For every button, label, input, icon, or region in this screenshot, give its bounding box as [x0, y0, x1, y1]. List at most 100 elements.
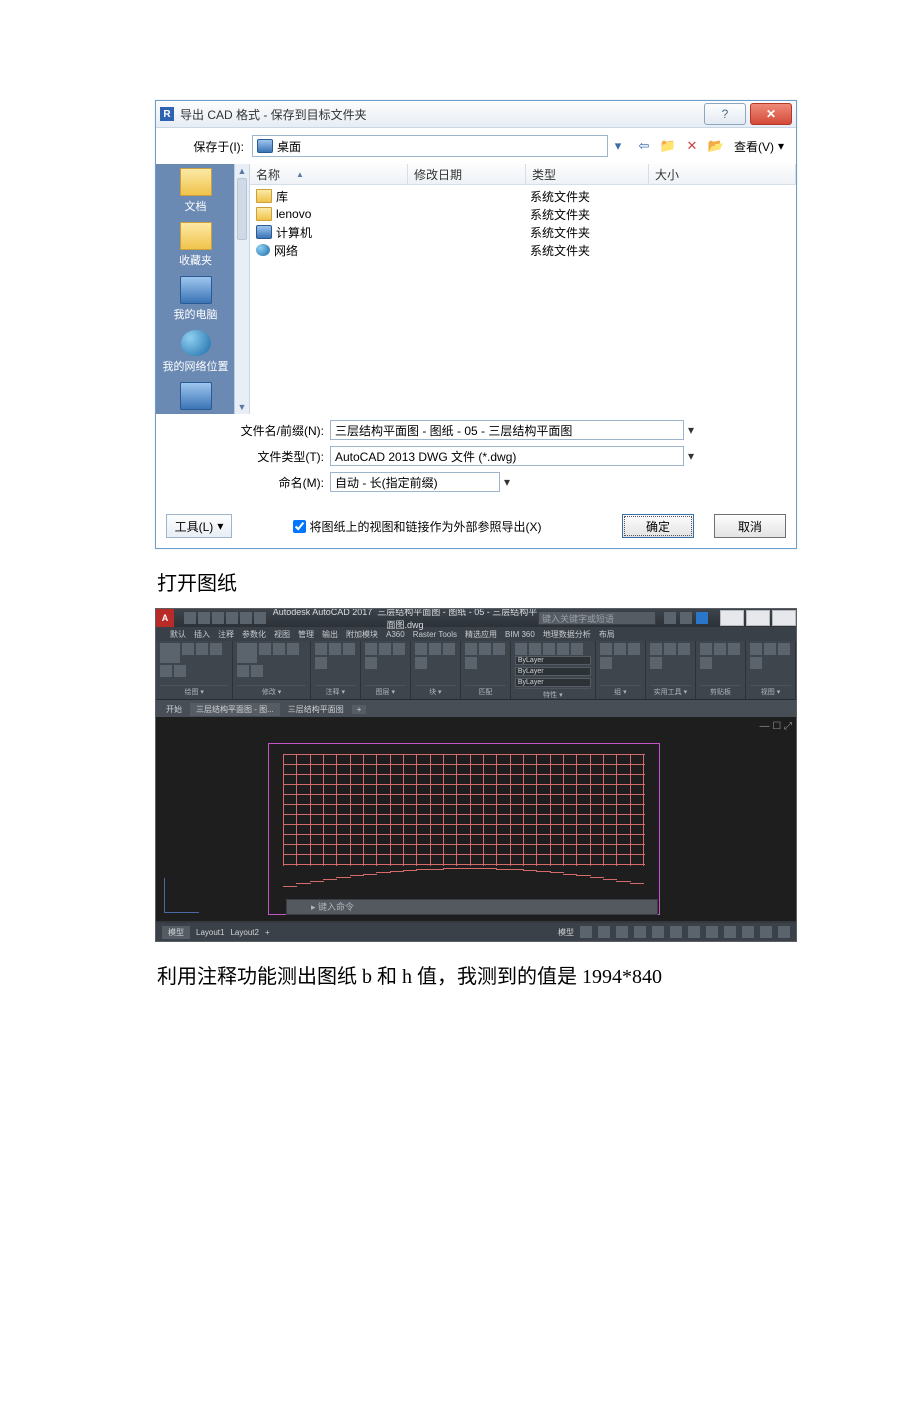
ribbon-tab[interactable]: 插入: [194, 629, 210, 640]
status-icon[interactable]: [760, 926, 772, 938]
add-layout-icon[interactable]: +: [265, 928, 270, 937]
ribbon-tool-icon[interactable]: [714, 643, 726, 655]
tab-layout1[interactable]: Layout1: [196, 928, 224, 937]
ribbon-tool-icon[interactable]: [600, 643, 612, 655]
ribbon-tool-icon[interactable]: [678, 643, 690, 655]
ribbon-tool-icon[interactable]: [614, 643, 626, 655]
ribbon-tool-icon[interactable]: [196, 643, 208, 655]
status-icon[interactable]: [688, 926, 700, 938]
ribbon-tool-icon[interactable]: [160, 665, 172, 677]
new-folder-icon[interactable]: 📂: [706, 136, 726, 156]
ribbon-tool-icon[interactable]: [329, 643, 341, 655]
ribbon-tool-icon[interactable]: [628, 643, 640, 655]
ribbon-tool-icon[interactable]: [728, 643, 740, 655]
view-controls[interactable]: — ☐ ⤢: [759, 721, 792, 732]
tools-menu-button[interactable]: 工具(L)▾: [166, 514, 232, 538]
ribbon-panel[interactable]: 组 ▾: [596, 641, 646, 699]
ribbon-tab[interactable]: 输出: [322, 629, 338, 640]
status-icon[interactable]: [616, 926, 628, 938]
ribbon-tool-icon[interactable]: [315, 643, 327, 655]
ribbon-panel[interactable]: 块 ▾: [411, 641, 461, 699]
table-row[interactable]: 网络系统文件夹: [250, 241, 796, 259]
ribbon-tool-icon[interactable]: [750, 657, 762, 669]
save-in-combo[interactable]: 桌面: [252, 135, 608, 157]
ribbon-tool-icon[interactable]: [210, 643, 222, 655]
qat-icon[interactable]: [240, 612, 252, 624]
status-bar[interactable]: 模型 Layout1 Layout2 + 模型: [156, 923, 796, 941]
qat-icon[interactable]: [254, 612, 266, 624]
filetype-combo[interactable]: AutoCAD 2013 DWG 文件 (*.dwg): [330, 446, 684, 466]
ribbon-tab[interactable]: 视图: [274, 629, 290, 640]
ribbon-tool-icon[interactable]: [600, 657, 612, 669]
naming-dropdown-icon[interactable]: ▾: [500, 475, 514, 489]
ribbon[interactable]: 绘图 ▾修改 ▾注释 ▾图层 ▾块 ▾匹配ByLayerByLayerByLay…: [156, 641, 796, 700]
ribbon-panel[interactable]: 实用工具 ▾: [646, 641, 696, 699]
filename-input[interactable]: 三层结构平面图 - 图纸 - 05 - 三层结构平面图: [330, 420, 684, 440]
command-line[interactable]: ▸ 键入命令: [286, 899, 658, 915]
ribbon-tool-icon[interactable]: [393, 643, 405, 655]
ribbon-panel[interactable]: ByLayerByLayerByLayer特性 ▾: [511, 641, 596, 699]
ribbon-tab[interactable]: 地理数据分析: [543, 629, 591, 640]
file-list[interactable]: 名称 修改日期 类型 大小 库系统文件夹lenovo系统文件夹计算机系统文件夹网…: [250, 164, 796, 414]
qat-icon[interactable]: [198, 612, 210, 624]
view-menu[interactable]: 查看(V)▾: [730, 136, 788, 156]
up-folder-icon[interactable]: 📁: [658, 136, 678, 156]
ribbon-panel[interactable]: 图层 ▾: [361, 641, 411, 699]
ribbon-tool-icon[interactable]: [443, 643, 455, 655]
ribbon-tool-icon[interactable]: [365, 657, 377, 669]
ribbon-tool-icon[interactable]: [465, 657, 477, 669]
drawing-canvas[interactable]: — ☐ ⤢: [156, 717, 796, 921]
qat-icon[interactable]: [212, 612, 224, 624]
qat-icon[interactable]: [226, 612, 238, 624]
table-row[interactable]: 库系统文件夹: [250, 187, 796, 205]
ribbon-tab[interactable]: A360: [386, 630, 405, 639]
ribbon-tab[interactable]: 参数化: [242, 629, 266, 640]
ribbon-panel[interactable]: 注释 ▾: [311, 641, 361, 699]
status-icon[interactable]: [598, 926, 610, 938]
ribbon-tool-icon[interactable]: [650, 657, 662, 669]
ribbon-tool-icon[interactable]: [174, 665, 186, 677]
file-tabs[interactable]: 开始 三层结构平面图 - 图... 三层结构平面图 +: [156, 700, 796, 718]
col-size[interactable]: 大小: [649, 164, 796, 184]
ribbon-tool-icon[interactable]: [778, 643, 790, 655]
new-tab-icon[interactable]: +: [352, 705, 367, 714]
ribbon-tab[interactable]: 注释: [218, 629, 234, 640]
ribbon-tool-icon[interactable]: [543, 643, 555, 655]
ribbon-tab[interactable]: 附加模块: [346, 629, 378, 640]
qat-icon[interactable]: [184, 612, 196, 624]
ribbon-tool-icon[interactable]: [429, 643, 441, 655]
ribbon-tool-icon[interactable]: [379, 643, 391, 655]
signin-icon[interactable]: [664, 612, 676, 624]
bylayer-combo[interactable]: ByLayer: [515, 667, 591, 676]
ribbon-tab[interactable]: 管理: [298, 629, 314, 640]
scroll-down-icon[interactable]: ▼: [235, 400, 249, 414]
ribbon-tool-icon[interactable]: [343, 643, 355, 655]
cancel-button[interactable]: 取消: [714, 514, 786, 538]
ribbon-tool-icon[interactable]: [571, 643, 583, 655]
ribbon-tool-icon[interactable]: [273, 643, 285, 655]
ribbon-tool-icon[interactable]: [764, 643, 776, 655]
ribbon-tool-icon[interactable]: [750, 643, 762, 655]
tab-2[interactable]: 三层结构平面图: [288, 704, 344, 715]
autocad-logo-icon[interactable]: A: [156, 609, 174, 627]
status-icon[interactable]: [580, 926, 592, 938]
ribbon-tool-icon[interactable]: [650, 643, 662, 655]
scroll-up-icon[interactable]: ▲: [235, 164, 249, 178]
combo-dropdown-icon[interactable]: ▾: [608, 136, 628, 156]
ok-button[interactable]: 确定: [622, 514, 694, 538]
close-button[interactable]: ✕: [750, 103, 792, 125]
ribbon-tool-icon[interactable]: [251, 665, 263, 677]
ribbon-tool-icon[interactable]: [287, 643, 299, 655]
bylayer-combo[interactable]: ByLayer: [515, 678, 591, 687]
ribbon-tab[interactable]: BIM 360: [505, 630, 535, 639]
tab-layout2[interactable]: Layout2: [230, 928, 258, 937]
ribbon-tool-icon[interactable]: [237, 643, 257, 663]
file-list-header[interactable]: 名称 修改日期 类型 大小: [250, 164, 796, 185]
ribbon-tool-icon[interactable]: [259, 643, 271, 655]
status-icon[interactable]: [724, 926, 736, 938]
delete-icon[interactable]: ✕: [682, 136, 702, 156]
col-name[interactable]: 名称: [250, 164, 408, 184]
col-modified[interactable]: 修改日期: [408, 164, 526, 184]
bylayer-combo[interactable]: ByLayer: [515, 656, 591, 665]
status-model-label[interactable]: 模型: [558, 927, 574, 938]
